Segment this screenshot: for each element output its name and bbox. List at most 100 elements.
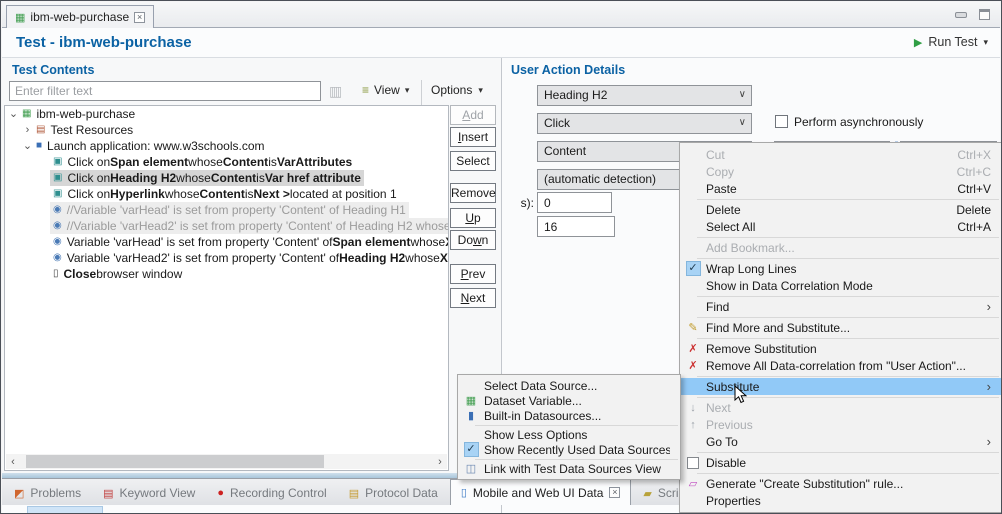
test-step-row[interactable]: ▣Click on Hyperlink whose Content is Nex… bbox=[5, 186, 448, 202]
test-step-body[interactable]: ■Launch application: www.w3schools.com bbox=[33, 138, 268, 154]
twisty-expanded-icon[interactable]: ⌄ bbox=[22, 138, 33, 154]
tab-close-icon[interactable]: × bbox=[609, 487, 620, 498]
submenu-item-dataset-variable[interactable]: ▦Dataset Variable... bbox=[458, 393, 680, 408]
context-menu-item-remove-substitution[interactable]: ✗Remove Substitution bbox=[680, 340, 1001, 357]
scroll-left-icon[interactable]: ‹ bbox=[6, 456, 20, 468]
submenu-separator bbox=[475, 425, 678, 426]
maximize-icon[interactable] bbox=[979, 9, 990, 20]
scrollbar-track[interactable] bbox=[20, 455, 433, 468]
up-button[interactable]: Up bbox=[450, 208, 496, 228]
test-step-body[interactable]: ▤Test Resources bbox=[33, 122, 136, 138]
view-tab-mobile-and-web-ui-data[interactable]: ▯Mobile and Web UI Data× bbox=[450, 479, 632, 505]
context-menu: CutCtrl+XCopyCtrl+CPasteCtrl+VDeleteDele… bbox=[679, 142, 1002, 513]
h-scrollbar[interactable]: ‹ › bbox=[6, 454, 447, 469]
context-menu-item-delete[interactable]: DeleteDelete bbox=[680, 201, 1001, 218]
menu-item-label: Next bbox=[706, 401, 991, 415]
previous-arrow-icon: ↑ bbox=[690, 419, 696, 431]
application-icon: ■ bbox=[36, 138, 42, 154]
submenu-item-show-less-options[interactable]: Show Less Options bbox=[458, 427, 680, 442]
view-tab-problems[interactable]: ◩Problems bbox=[4, 481, 91, 505]
context-menu-item-substitute[interactable]: Substitute› bbox=[680, 378, 1001, 395]
menu-item-label: Paste bbox=[706, 182, 939, 196]
view-tab-recording-control[interactable]: ●Recording Control bbox=[207, 481, 336, 505]
view-tab-protocol-data[interactable]: ▤Protocol Data bbox=[339, 481, 448, 505]
context-menu-item-disable[interactable]: Disable bbox=[680, 454, 1001, 471]
options-menu-button[interactable]: Options ▾ bbox=[431, 83, 483, 97]
timeout-field[interactable] bbox=[537, 192, 612, 213]
menu-item-label: Show Recently Used Data Sources bbox=[484, 443, 670, 457]
add-button[interactable]: Add bbox=[450, 105, 496, 125]
test-step-row[interactable]: ▣Click on Heading H2 whose Content is Va… bbox=[5, 170, 448, 186]
filter-input[interactable] bbox=[9, 81, 321, 101]
context-menu-item-find[interactable]: Find› bbox=[680, 298, 1001, 315]
menu-shortcut: Ctrl+C bbox=[957, 165, 991, 179]
remove-button[interactable]: Remove bbox=[450, 183, 496, 203]
test-step-body[interactable]: ▦ibm-web-purchase bbox=[19, 106, 138, 122]
view-tab-keyword-view[interactable]: ▤Keyword View bbox=[93, 481, 205, 505]
submenu-item-select-data-source[interactable]: Select Data Source... bbox=[458, 378, 680, 393]
context-menu-item-remove-all-data-correlation-from-user-action[interactable]: ✗Remove All Data-correlation from "User … bbox=[680, 357, 1001, 374]
context-menu-item-show-in-data-correlation-mode[interactable]: Show in Data Correlation Mode bbox=[680, 277, 1001, 294]
submenu-item-show-recently-used-data-sources[interactable]: ✓Show Recently Used Data Sources bbox=[458, 442, 680, 457]
options-label: Options bbox=[431, 83, 472, 97]
test-step-body[interactable]: ▣Click on Hyperlink whose Content is Nex… bbox=[50, 186, 400, 202]
twisty-expanded-icon[interactable]: ⌄ bbox=[8, 106, 19, 122]
test-step-row[interactable]: ◉Variable 'varHead2' is set from propert… bbox=[5, 250, 448, 266]
test-step-row[interactable]: ◉//Variable 'varHead2' is set from prope… bbox=[5, 218, 448, 234]
test-step-row[interactable]: ▯Close browser window bbox=[5, 266, 448, 282]
checkmark-icon: ✓ bbox=[686, 261, 701, 276]
test-step-row[interactable]: ⌄▦ibm-web-purchase bbox=[5, 106, 448, 122]
test-step-body[interactable]: ▣Click on Heading H2 whose Content is Va… bbox=[50, 170, 364, 186]
context-menu-item-go-to[interactable]: Go To› bbox=[680, 433, 1001, 450]
menu-item-label: Show Less Options bbox=[484, 428, 670, 442]
test-step-body[interactable]: ▯Close browser window bbox=[50, 266, 185, 282]
test-steps-tree: ⌄▦ibm-web-purchase›▤Test Resources⌄■Laun… bbox=[4, 105, 449, 471]
context-menu-item-paste[interactable]: PasteCtrl+V bbox=[680, 180, 1001, 197]
action-select[interactable]: Click ∨ bbox=[537, 113, 752, 134]
object-select[interactable]: Heading H2 ∨ bbox=[537, 85, 752, 106]
minimize-icon[interactable] bbox=[955, 12, 967, 18]
perform-async-checkbox[interactable] bbox=[775, 115, 788, 128]
context-menu-item-generate-create-substitution-rule[interactable]: ▱Generate "Create Substitution" rule... bbox=[680, 475, 1001, 492]
editor-tab-label: ibm-web-purchase bbox=[30, 10, 129, 24]
submenu-arrow-icon: › bbox=[987, 382, 991, 392]
prev-button[interactable]: Prev bbox=[450, 264, 496, 284]
view-icon: ≡ bbox=[362, 83, 369, 97]
twisty-collapsed-icon[interactable]: › bbox=[22, 122, 33, 138]
menu-item-label: Previous bbox=[706, 418, 991, 432]
context-menu-item-find-more-and-substitute[interactable]: ✎Find More and Substitute... bbox=[680, 319, 1001, 336]
run-test-dropdown-icon[interactable]: ▾ bbox=[983, 37, 988, 48]
context-menu-item-properties[interactable]: Properties bbox=[680, 492, 1001, 509]
view-window-buttons bbox=[955, 9, 990, 20]
submenu-item-built-in-datasources[interactable]: ▮Built-in Datasources... bbox=[458, 408, 680, 423]
scrollbar-thumb[interactable] bbox=[26, 455, 324, 468]
run-test-button[interactable]: ▶ Run Test ▾ bbox=[914, 35, 988, 49]
test-step-body[interactable]: ◉Variable 'varHead2' is set from propert… bbox=[50, 250, 449, 266]
test-step-body[interactable]: ▣Click on Span element whose Content is … bbox=[50, 154, 355, 170]
tab-close-icon[interactable]: × bbox=[134, 12, 145, 23]
menu-item-label: Built-in Datasources... bbox=[484, 409, 670, 423]
secondary-number-field[interactable] bbox=[537, 216, 615, 237]
context-menu-item-select-all[interactable]: Select AllCtrl+A bbox=[680, 218, 1001, 235]
down-button[interactable]: Down bbox=[450, 230, 496, 250]
run-test-label: Run Test bbox=[928, 35, 977, 49]
next-arrow-icon: ↓ bbox=[690, 402, 696, 414]
editor-tab-ibm-web-purchase[interactable]: ▦ ibm-web-purchase × bbox=[6, 5, 154, 28]
test-step-body[interactable]: ◉Variable 'varHead' is set from property… bbox=[50, 234, 449, 250]
test-step-row[interactable]: ◉//Variable 'varHead' is set from proper… bbox=[5, 202, 448, 218]
select-button[interactable]: Select bbox=[450, 151, 496, 171]
test-step-body[interactable]: ◉//Variable 'varHead' is set from proper… bbox=[50, 202, 409, 218]
test-step-body[interactable]: ◉//Variable 'varHead2' is set from prope… bbox=[50, 218, 449, 234]
test-step-row[interactable]: ⌄■Launch application: www.w3schools.com bbox=[5, 138, 448, 154]
submenu-item-link-with-test-data-sources-view[interactable]: ◫Link with Test Data Sources View bbox=[458, 461, 680, 476]
context-menu-item-wrap-long-lines[interactable]: ✓Wrap Long Lines bbox=[680, 260, 1001, 277]
insert-button[interactable]: Insert bbox=[450, 127, 496, 147]
checkbox-unchecked-icon[interactable] bbox=[687, 457, 699, 469]
next-button[interactable]: Next bbox=[450, 288, 496, 308]
script-explorer-icon: ▰ bbox=[643, 487, 651, 500]
scroll-right-icon[interactable]: › bbox=[433, 456, 447, 468]
test-step-row[interactable]: ›▤Test Resources bbox=[5, 122, 448, 138]
test-step-row[interactable]: ◉Variable 'varHead' is set from property… bbox=[5, 234, 448, 250]
view-menu-button[interactable]: ≡ View ▾ bbox=[362, 83, 409, 97]
test-step-row[interactable]: ▣Click on Span element whose Content is … bbox=[5, 154, 448, 170]
